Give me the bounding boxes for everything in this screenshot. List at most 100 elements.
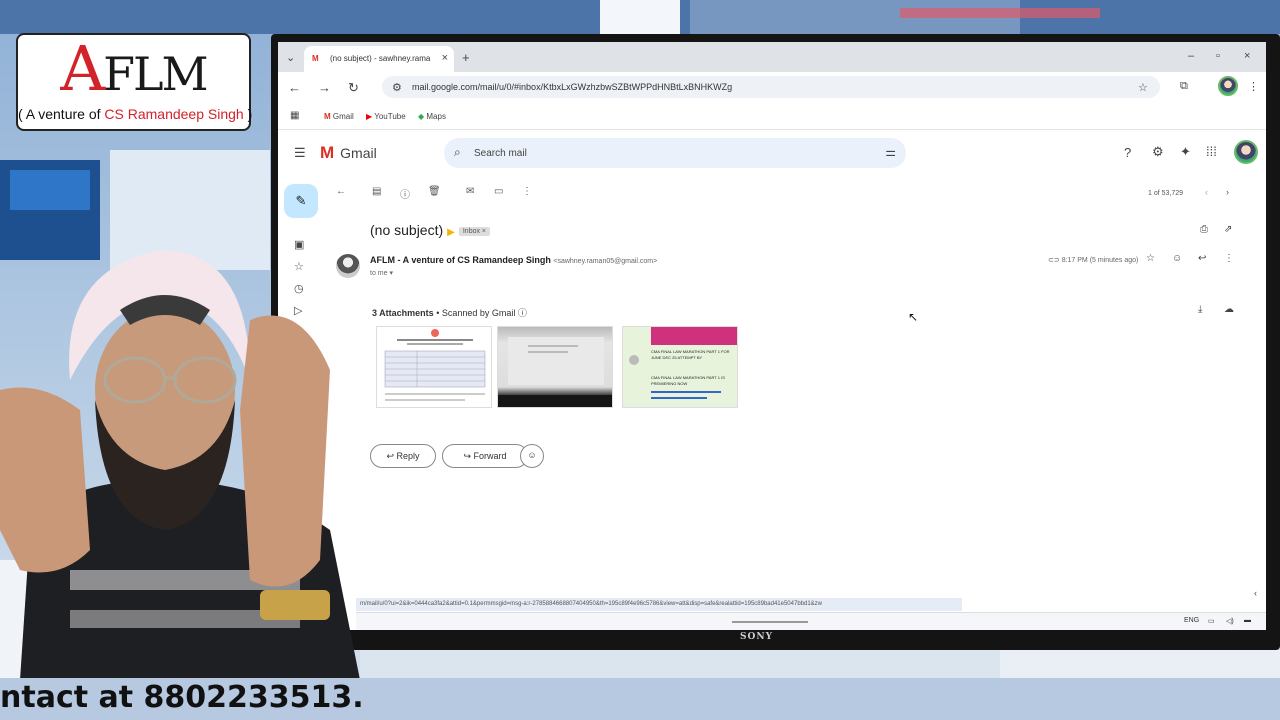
download-all-icon[interactable]: ⤓ xyxy=(1198,304,1202,315)
sender-email: <sawhney.raman05@gmail.com> xyxy=(553,258,658,265)
thumb-text-2: CMA FINAL LAW MARATHON PART 1 IS PREMIER… xyxy=(651,375,725,386)
youtube-icon: ▶ xyxy=(366,112,373,121)
mouse-cursor-icon: ↖ xyxy=(908,310,919,324)
back-to-inbox-icon[interactable]: ← xyxy=(336,186,346,197)
close-tab-icon[interactable]: × xyxy=(442,52,448,64)
pager-text: 1 of 53,729 xyxy=(1148,190,1184,197)
move-to-icon[interactable]: ▭ xyxy=(494,186,503,197)
site-info-icon[interactable]: ⚙ xyxy=(392,81,402,94)
older-icon[interactable]: › xyxy=(1226,187,1229,197)
bookmark-gmail[interactable]: M Gmail xyxy=(324,112,354,121)
gemini-sparkle-icon[interactable]: ✦ xyxy=(1180,144,1191,160)
side-panel-toggle-icon[interactable]: ‹ xyxy=(1254,588,1257,598)
attachment-thumbnail-1[interactable] xyxy=(376,326,492,408)
report-spam-icon[interactable]: ⓘ xyxy=(400,186,410,201)
email-subject: (no subject) ▶ Inbox × xyxy=(370,222,491,238)
new-tab-icon[interactable]: + xyxy=(462,50,470,65)
monitor-brand: SONY xyxy=(740,632,773,642)
logo-tagline: ( A venture of CS Ramandeep Singh ) xyxy=(18,106,253,122)
pencil-icon: ✎ xyxy=(295,193,307,208)
important-marker-icon[interactable]: ▶ xyxy=(447,227,455,238)
logo-wordmark: AFLM xyxy=(60,32,208,105)
emoji-button[interactable]: ☺ xyxy=(520,444,544,468)
contact-ticker: ntact at 8802233513. xyxy=(0,678,1280,720)
url-field[interactable]: ⚙ mail.google.com/mail/u/0/#inbox/KtbxLx… xyxy=(382,76,1160,98)
chat-avatar-icon xyxy=(629,355,639,365)
message-more-icon[interactable]: ⋮ xyxy=(1224,253,1234,264)
gmail-header: ☰ M Gmail ⌕ Search mail ⚌ ? ⚙ ✦ ⁞⁞⁞ xyxy=(278,130,1266,176)
search-options-icon[interactable]: ⚌ xyxy=(885,145,896,159)
thumb-text-1: CMA FINAL LAW MARATHON PART 1 FOR JUNE D… xyxy=(651,349,730,360)
sender-name: AFLM - A venture of CS Ramandeep Singh xyxy=(370,255,551,265)
main-menu-icon[interactable]: ☰ xyxy=(294,145,306,161)
language-indicator[interactable]: ENG xyxy=(1184,617,1199,624)
bookmark-maps[interactable]: ◆ Maps xyxy=(418,112,446,121)
forward-icon[interactable]: → xyxy=(318,80,331,95)
settings-gear-icon[interactable]: ⚙ xyxy=(1152,144,1164,160)
bookmark-star-icon[interactable]: ☆ xyxy=(1138,81,1148,94)
search-icon[interactable]: ⌕ xyxy=(454,145,461,160)
info-icon[interactable]: ⓘ xyxy=(518,308,527,318)
forward-button[interactable]: ↪ Forward xyxy=(442,444,528,468)
display-icon[interactable]: ▭ xyxy=(1208,617,1215,625)
address-bar-row: ← → ↻ ⚙ mail.google.com/mail/u/0/#inbox/… xyxy=(278,72,1266,102)
bookmarks-bar: ▦ M Gmail ▶ YouTube ◆ Maps xyxy=(278,102,1266,130)
print-icon[interactable]: ⎙ xyxy=(1200,224,1208,235)
sender-line: AFLM - A venture of CS Ramandeep Singh <… xyxy=(370,255,657,265)
volume-icon[interactable]: ◁) xyxy=(1226,617,1234,625)
close-window-icon[interactable]: × xyxy=(1244,50,1250,62)
compose-button[interactable]: ✎ xyxy=(284,184,318,218)
account-avatar[interactable] xyxy=(1234,140,1258,164)
bookmark-youtube[interactable]: ▶ YouTube xyxy=(366,112,406,121)
help-icon[interactable]: ? xyxy=(1124,145,1131,160)
subject-text: (no subject) xyxy=(370,222,444,238)
video-banner xyxy=(651,327,737,345)
emoji-reaction-icon[interactable]: ☺ xyxy=(1172,253,1182,264)
back-icon[interactable]: ← xyxy=(288,80,301,95)
thumb-link-2 xyxy=(651,397,707,399)
forward-arrow-icon: ↪ xyxy=(463,451,471,461)
search-bar[interactable]: ⌕ Search mail ⚌ xyxy=(444,138,906,168)
status-url: m/mail/u/0?ui=2&ik=0444ca3fa2&attid=0.1&… xyxy=(356,598,962,611)
attachments-count: 3 Attachments xyxy=(372,308,434,318)
google-apps-icon[interactable]: ⁞⁞⁞ xyxy=(1206,144,1217,159)
thumb-link xyxy=(651,391,721,393)
mark-unread-icon[interactable]: ✉ xyxy=(466,186,474,197)
photo-preview xyxy=(498,337,612,407)
extensions-icon[interactable]: ⧉ xyxy=(1180,80,1188,93)
gmail-m-icon: M xyxy=(320,143,335,162)
newer-icon[interactable]: ‹ xyxy=(1205,187,1208,197)
reply-icon[interactable]: ↩ xyxy=(1198,253,1206,264)
tab-bar: ⌄ M (no subject) - sawhney.rama × + – ▫ … xyxy=(278,42,1266,72)
apps-grid-icon[interactable]: ▦ xyxy=(290,110,299,121)
profile-avatar[interactable] xyxy=(1218,76,1238,96)
reload-icon[interactable]: ↻ xyxy=(348,80,359,96)
gmail-logo[interactable]: M Gmail xyxy=(320,143,377,163)
maximize-icon[interactable]: ▫ xyxy=(1216,50,1220,62)
browser-menu-icon[interactable]: ⋮ xyxy=(1248,80,1259,93)
star-message-icon[interactable]: ☆ xyxy=(1146,253,1155,264)
tab-gmail[interactable]: M (no subject) - sawhney.rama × xyxy=(304,46,454,72)
attachment-thumbnail-2[interactable] xyxy=(497,326,613,408)
tab-list-icon[interactable]: ⌄ xyxy=(286,51,295,64)
smiley-icon: ☺ xyxy=(527,450,537,460)
attachment-thumbnail-3[interactable]: CMA FINAL LAW MARATHON PART 1 FOR JUNE D… xyxy=(622,326,738,408)
more-actions-icon[interactable]: ⋮ xyxy=(522,186,532,197)
pager: 1 of 53,729 ‹ › xyxy=(1148,187,1229,197)
document-preview xyxy=(384,329,486,401)
inbox-label[interactable]: Inbox × xyxy=(458,226,491,236)
attachments-header: 3 Attachments • Scanned by Gmail ⓘ xyxy=(372,306,527,319)
delete-icon[interactable]: 🗑 xyxy=(428,186,441,197)
open-new-window-icon[interactable]: ⇗ xyxy=(1224,224,1232,235)
battery-icon[interactable]: ▬ xyxy=(1244,617,1251,624)
gmail-bookmark-icon: M xyxy=(324,112,331,121)
taskbar-handle xyxy=(732,621,808,623)
save-to-drive-icon[interactable]: ☁ xyxy=(1224,304,1234,315)
url-text: mail.google.com/mail/u/0/#inbox/KtbxLxGW… xyxy=(412,82,733,92)
maps-icon: ◆ xyxy=(418,112,425,121)
ticker-text: ntact at 8802233513. xyxy=(0,680,364,715)
minimize-icon[interactable]: – xyxy=(1188,50,1194,62)
scanned-text: • Scanned by Gmail xyxy=(436,308,516,318)
archive-icon[interactable]: ▤ xyxy=(372,186,381,197)
message-time: ⊂⊃ 8:17 PM (5 minutes ago) xyxy=(1048,257,1139,264)
